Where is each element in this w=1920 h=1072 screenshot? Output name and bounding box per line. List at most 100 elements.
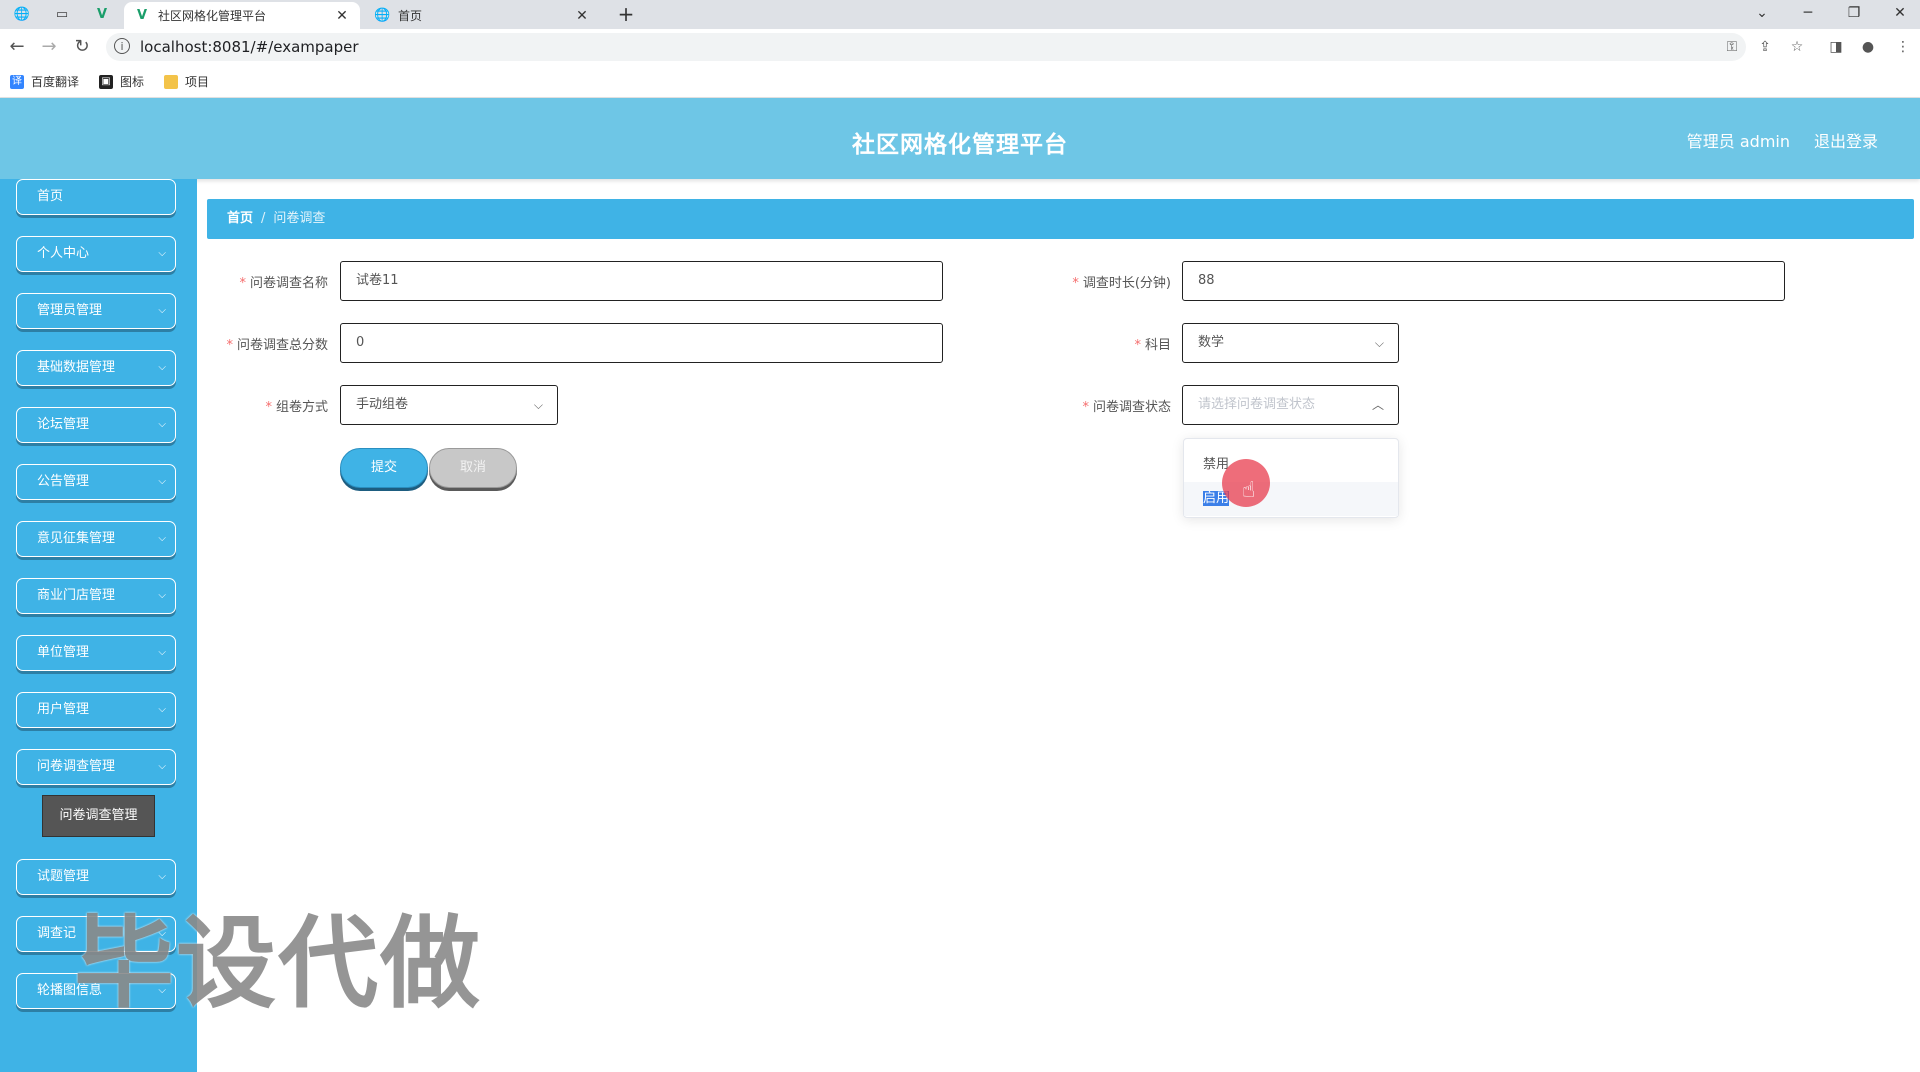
breadcrumb: 首页 / 问卷调查 [207,199,1914,239]
close-icon[interactable]: ✕ [334,8,350,24]
app-header: 社区网格化管理平台 管理员 admin 退出登录 [0,98,1920,179]
chevron-down-icon: ⌵ [158,248,166,259]
sidebar-item-shops[interactable]: 商业门店管理 ⌵ [16,578,176,614]
form-label-status: * 问卷调查状态 [1082,400,1171,415]
share-icon[interactable]: ⇪ [1755,37,1775,57]
sidebar-item-label: 个人中心 [37,246,90,261]
sidebar-item-admin[interactable]: 管理员管理 ⌵ [16,293,176,329]
tab-title: 首页 [398,9,423,23]
side-panel-icon[interactable]: ◨ [1826,37,1846,57]
breadcrumb-home[interactable]: 首页 [227,211,253,226]
new-tab-button[interactable]: + [614,3,638,25]
chevron-down-icon[interactable]: ⌄ [1747,2,1777,24]
sidebar-item-survey[interactable]: 问卷调查管理 ⌵ [16,749,176,785]
chevron-down-icon: ⌵ [533,398,543,412]
vue-logo-icon[interactable]: V [92,4,112,24]
form-label-subject: * 科目 [1134,338,1171,353]
sidebar-item-label: 公告管理 [37,474,90,489]
close-icon[interactable]: ✕ [574,8,590,24]
bookmark-label: 百度翻译 [31,75,80,89]
dropdown-option-disabled[interactable]: 禁用 [1184,448,1398,482]
sidebar-item-label: 管理员管理 [37,303,103,318]
subject-select[interactable]: 数学 ⌵ [1182,323,1399,363]
sidebar-item-personal-center[interactable]: 个人中心 ⌵ [16,236,176,272]
vue-logo-icon: V [136,8,148,23]
profile-icon[interactable]: ● [1858,37,1878,57]
chevron-down-icon: ⌵ [158,533,166,544]
sidebar-item-label: 用户管理 [37,702,90,717]
chevron-down-icon: ⌵ [158,476,166,487]
restore-button[interactable]: ❐ [1839,2,1869,24]
sidebar-item-feedback[interactable]: 意见征集管理 ⌵ [16,521,176,557]
sidebar-item-label: 意见征集管理 [37,531,116,546]
sidebar-item-label: 单位管理 [37,645,90,660]
logout-button[interactable]: 退出登录 [1814,128,1878,152]
address-url[interactable]: localhost:8081/#/exampaper [140,38,359,56]
chevron-down-icon: ⌵ [1374,336,1384,350]
star-icon[interactable]: ☆ [1787,37,1807,57]
sidebar-item-notice[interactable]: 公告管理 ⌵ [16,464,176,500]
bookmark-item[interactable]: 项目 [164,73,209,90]
chevron-down-icon: ⌵ [158,419,166,430]
form-label-name: * 问卷调查名称 [239,276,328,291]
submenu-item-survey[interactable]: 问卷调查管理 [42,795,155,837]
chevron-up-icon: ︿ [1371,398,1384,412]
address-bar[interactable]: i localhost:8081/#/exampaper [106,33,1746,61]
chevron-down-icon: ⌵ [158,362,166,373]
info-icon[interactable]: i [114,38,130,54]
globe-icon: 🌐 [374,8,391,23]
form-label-duration: * 调查时长(分钟) [1072,276,1171,291]
bookmark-item[interactable]: ▣ 图标 [99,73,144,90]
form-label-total-score: * 问卷调查总分数 [226,338,328,353]
sidebar-item-users[interactable]: 用户管理 ⌵ [16,692,176,728]
chevron-down-icon: ⌵ [158,704,166,715]
status-dropdown: 禁用 启用 [1183,438,1399,518]
sidebar-item-label: 商业门店管理 [37,588,116,603]
browser-tab-bar: 🌐 ▭ V V 社区网格化管理平台 ✕ 🌐 首页 ✕ + ⌄ ─ ❐ ✕ [0,0,1920,29]
chevron-down-icon: ⌵ [158,647,166,658]
chevron-down-icon: ⌵ [158,761,166,772]
sidebar-item-home[interactable]: 首页 [16,179,176,215]
bookmark-item[interactable]: 译 百度翻译 [10,73,79,90]
compose-method-select-value: 手动组卷 [356,397,409,412]
cancel-button[interactable]: 取消 [429,448,517,488]
browser-tab[interactable]: 🌐 首页 ✕ [364,2,600,29]
breadcrumb-separator: / [261,211,266,226]
submit-button[interactable]: 提交 [340,448,428,488]
translate-icon: 译 [10,74,24,89]
key-icon[interactable]: ⚿ [1722,37,1742,57]
menu-icon[interactable]: ⋮ [1893,37,1913,57]
browser-tab-active[interactable]: V 社区网格化管理平台 ✕ [124,2,360,29]
sidebar-item-base-data[interactable]: 基础数据管理 ⌵ [16,350,176,386]
compose-method-select[interactable]: 手动组卷 ⌵ [340,385,558,425]
bookmark-label: 图标 [120,75,145,89]
current-user: 管理员 admin [1686,132,1790,151]
sidebar-item-label: 基础数据管理 [37,360,116,375]
folder-icon [164,74,178,89]
sidebar-item-label: 调查记 [37,926,77,941]
bookmarks-bar: 译 百度翻译 ▣ 图标 项目 [0,65,1920,98]
sidebar-item-label: 论坛管理 [37,417,90,432]
bookmark-label: 项目 [185,75,210,89]
status-select[interactable]: 请选择问卷调查状态 ︿ [1182,385,1399,425]
status-select-placeholder: 请选择问卷调查状态 [1198,397,1316,412]
forward-button[interactable]: → [37,35,61,59]
hand-cursor-icon: ☝ [1242,478,1256,503]
app-title: 社区网格化管理平台 [852,132,1068,158]
globe-icon[interactable]: 🌐 [12,4,32,24]
sidebar-item-forum[interactable]: 论坛管理 ⌵ [16,407,176,443]
window-close-button[interactable]: ✕ [1885,2,1915,24]
blank-tab-icon[interactable]: ▭ [52,4,72,24]
total-score-input[interactable]: 0 [340,323,943,363]
sidebar-item-label: 问卷调查管理 [37,759,116,774]
back-button[interactable]: ← [5,35,29,59]
sidebar-item-units[interactable]: 单位管理 ⌵ [16,635,176,671]
chevron-down-icon: ⌵ [158,305,166,316]
name-input[interactable]: 试卷11 [340,261,943,301]
dropdown-option-enabled[interactable]: 启用 [1184,482,1398,516]
sidebar-item-label: 首页 [37,189,64,204]
minimize-button[interactable]: ─ [1793,2,1823,24]
duration-input[interactable]: 88 [1182,261,1785,301]
watermark: 毕设代做 [74,905,482,1022]
reload-button[interactable]: ↻ [70,35,94,59]
